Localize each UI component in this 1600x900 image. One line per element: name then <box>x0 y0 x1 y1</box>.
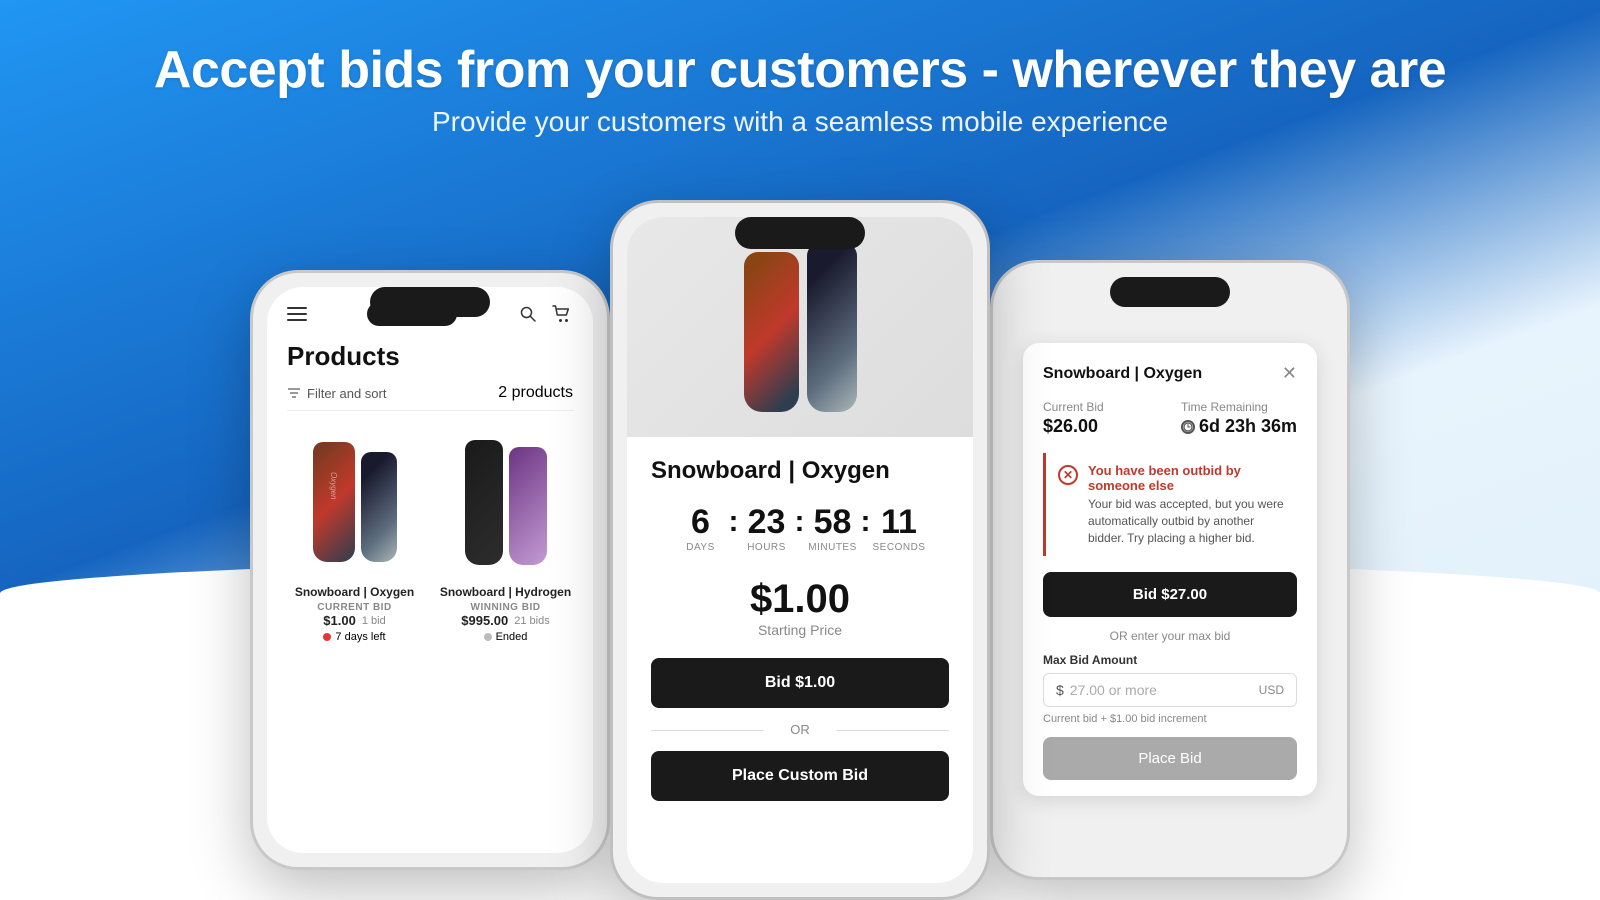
header-section: Accept bids from your customers - wherev… <box>0 0 1600 168</box>
countdown-days: 6 DAYS <box>675 505 727 553</box>
screen-left: Products Filter and sort 2 products <box>267 287 593 853</box>
middle-product-image <box>627 217 973 437</box>
starting-price-label: Starting Price <box>651 622 949 638</box>
current-bid-col: Current Bid $26.00 <box>1043 400 1104 437</box>
or-enter-label: OR enter your max bid <box>1043 629 1297 643</box>
or-divider-middle: OR <box>651 722 949 737</box>
bid-now-button-middle[interactable]: Bid $1.00 <box>651 658 949 708</box>
bid-info-row: Current Bid $26.00 Time Remaining <box>1043 400 1297 437</box>
dynamic-island-middle <box>735 217 865 249</box>
status-icons-left <box>287 307 307 321</box>
max-bid-input-wrapper[interactable]: $ 27.00 or more USD <box>1043 673 1297 707</box>
outbid-message: Your bid was accepted, but you were auto… <box>1088 496 1285 546</box>
product-name-oxygen: Snowboard | Oxygen <box>295 585 414 599</box>
products-title: Products <box>287 341 573 372</box>
modal-title: Snowboard | Oxygen <box>1043 365 1202 383</box>
outbid-title: You have been outbid by someone else <box>1088 463 1285 493</box>
main-subtitle: Provide your customers with a seamless m… <box>0 106 1600 138</box>
max-bid-label: Max Bid Amount <box>1043 653 1297 667</box>
filter-sort-button[interactable]: Filter and sort <box>287 386 386 401</box>
screen-middle: Snowboard | Oxygen 6 DAYS : 23 HOURS : 5… <box>627 217 973 883</box>
time-remaining-label: Time Remaining <box>1181 400 1297 414</box>
board-oxygen-mid <box>744 252 799 412</box>
dollar-sign: $ <box>1056 682 1064 698</box>
product-card-hydrogen[interactable]: Snowboard | Hydrogen WINNING BID $995.00… <box>438 427 573 643</box>
bid-modal: Snowboard | Oxygen ✕ Current Bid $26.00 … <box>1023 343 1317 796</box>
countdown-seconds: 11 SECONDS <box>873 505 926 553</box>
left-content: Products Filter and sort 2 products <box>267 331 593 663</box>
custom-bid-button[interactable]: Place Custom Bid <box>651 751 949 801</box>
filter-label: Filter and sort <box>307 386 386 401</box>
time-remaining-col: Time Remaining 6d 23h 36m <box>1181 400 1297 437</box>
middle-product-title: Snowboard | Oxygen <box>651 457 949 485</box>
product-image-hydrogen <box>446 427 566 577</box>
current-bid-value: $26.00 <box>1043 416 1104 437</box>
countdown-timer: 6 DAYS : 23 HOURS : 58 MINUTES : <box>651 505 949 553</box>
product-bid-label-oxygen: CURRENT BID <box>317 602 391 613</box>
starting-price-value: $1.00 <box>651 577 949 622</box>
products-grid: Oxygen Snowboard | Oxygen CURRENT BID $1… <box>287 427 573 643</box>
product-card-oxygen[interactable]: Oxygen Snowboard | Oxygen CURRENT BID $1… <box>287 427 422 643</box>
status-dot-active <box>323 633 331 641</box>
main-headline: Accept bids from your customers - wherev… <box>0 40 1600 100</box>
product-status-text-hydrogen: Ended <box>496 631 528 643</box>
time-remaining-value: 6d 23h 36m <box>1181 416 1297 437</box>
product-image-oxygen: Oxygen <box>295 427 415 577</box>
product-bid-label-hydrogen: WINNING BID <box>471 602 541 613</box>
close-icon[interactable]: ✕ <box>1282 363 1297 384</box>
filter-row: Filter and sort 2 products <box>287 384 573 411</box>
outbid-notice: ✕ You have been outbid by someone else Y… <box>1043 453 1297 556</box>
product-bids-oxygen: 1 bid <box>362 615 386 627</box>
phone-middle: Snowboard | Oxygen 6 DAYS : 23 HOURS : 5… <box>610 200 990 900</box>
product-bids-hydrogen: 21 bids <box>514 615 549 627</box>
screen-right: Snowboard | Oxygen ✕ Current Bid $26.00 … <box>1007 277 1333 863</box>
countdown-hours: 23 HOURS <box>741 505 793 553</box>
bid-amount-button[interactable]: Bid $27.00 <box>1043 572 1297 617</box>
product-price-hydrogen: $995.00 <box>461 613 508 628</box>
modal-header: Snowboard | Oxygen ✕ <box>1043 363 1297 384</box>
dynamic-island-left <box>370 287 490 317</box>
hamburger-icon[interactable] <box>287 307 307 321</box>
outbid-content: You have been outbid by someone else You… <box>1088 463 1285 546</box>
phone-left: Products Filter and sort 2 products <box>250 270 610 870</box>
cart-icon[interactable] <box>551 303 573 325</box>
search-icon[interactable] <box>517 303 539 325</box>
product-status-hydrogen: Ended <box>484 631 528 643</box>
clock-icon <box>1181 420 1195 434</box>
current-bid-label: Current Bid <box>1043 400 1104 414</box>
board-hydrogen-mid <box>807 242 857 412</box>
countdown-sep-1: : <box>727 505 741 538</box>
dynamic-island-right <box>1110 277 1230 307</box>
phones-container: Products Filter and sort 2 products <box>0 200 1600 900</box>
outbid-icon: ✕ <box>1058 465 1078 485</box>
snowboard-display <box>744 242 857 412</box>
phone-right: Snowboard | Oxygen ✕ Current Bid $26.00 … <box>990 260 1350 880</box>
starting-price-section: $1.00 Starting Price <box>651 577 949 638</box>
place-bid-button[interactable]: Place Bid <box>1043 737 1297 780</box>
max-bid-placeholder: 27.00 or more <box>1070 682 1259 698</box>
product-status-text-oxygen: 7 days left <box>335 631 385 643</box>
countdown-minutes: 58 MINUTES <box>807 505 859 553</box>
countdown-sep-2: : <box>793 505 807 538</box>
search-cart-icons <box>517 303 573 325</box>
product-name-hydrogen: Snowboard | Hydrogen <box>440 585 571 599</box>
product-price-oxygen: $1.00 <box>323 613 356 628</box>
products-count: 2 products <box>498 384 573 402</box>
currency-label: USD <box>1259 683 1284 697</box>
increment-note: Current bid + $1.00 bid increment <box>1043 713 1297 725</box>
status-dot-ended <box>484 633 492 641</box>
middle-content: Snowboard | Oxygen 6 DAYS : 23 HOURS : 5… <box>627 437 973 821</box>
countdown-sep-3: : <box>859 505 873 538</box>
product-status-oxygen: 7 days left <box>323 631 385 643</box>
